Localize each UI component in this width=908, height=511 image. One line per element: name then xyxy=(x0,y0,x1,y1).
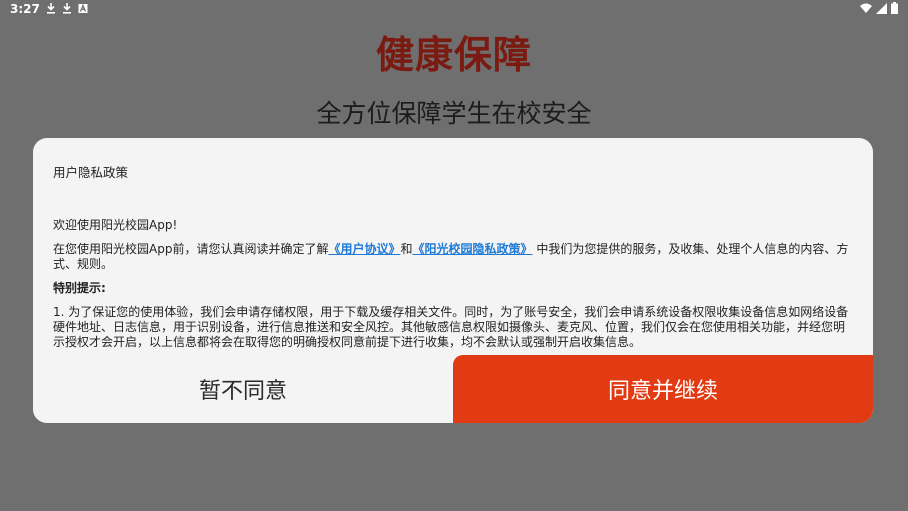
download-icon xyxy=(47,3,55,14)
status-bar: 3:27 xyxy=(0,0,908,18)
welcome-text: 欢迎使用阳光校园App! xyxy=(53,218,178,232)
a-icon xyxy=(78,3,88,13)
accept-button[interactable]: 同意并继续 xyxy=(453,355,873,423)
intro-conj: 和 xyxy=(400,242,413,256)
privacy-dialog: 用户隐私政策 欢迎使用阳光校园App! 在您使用阳光校园App前，请您认真阅读并… xyxy=(33,138,873,423)
special-heading: 特别提示: xyxy=(53,281,106,295)
wifi-icon xyxy=(860,3,872,13)
page-title: 健康保障 xyxy=(375,32,532,77)
user-agreement-link[interactable]: 《用户协议》 xyxy=(328,242,400,256)
intro-paragraph: 在您使用阳光校园App前，请您认真阅读并确定了解《用户协议》和《阳光校园隐私政策… xyxy=(53,242,853,272)
page-subtitle: 全方位保障学生在校安全 xyxy=(316,99,592,128)
point-1: 1. 为了保证您的使用体验，我们会申请存储权限，用于下载及缓存相关文件。同时，为… xyxy=(53,305,849,349)
status-icons-left xyxy=(46,3,88,14)
status-time: 3:27 xyxy=(10,2,40,16)
download-icon xyxy=(63,3,71,14)
status-icons-right xyxy=(860,2,898,14)
intro-before: 在您使用阳光校园App前，请您认真阅读并确定了解 xyxy=(53,242,329,256)
decline-button[interactable]: 暂不同意 xyxy=(33,355,453,423)
signal-icon xyxy=(876,2,887,14)
battery-icon xyxy=(891,2,898,14)
dialog-title: 用户隐私政策 xyxy=(53,165,129,180)
privacy-policy-link[interactable]: 《阳光校园隐私政策》 xyxy=(412,242,532,256)
dialog-content[interactable]: 欢迎使用阳光校园App! 在您使用阳光校园App前，请您认真阅读并确定了解《用户… xyxy=(53,218,853,355)
